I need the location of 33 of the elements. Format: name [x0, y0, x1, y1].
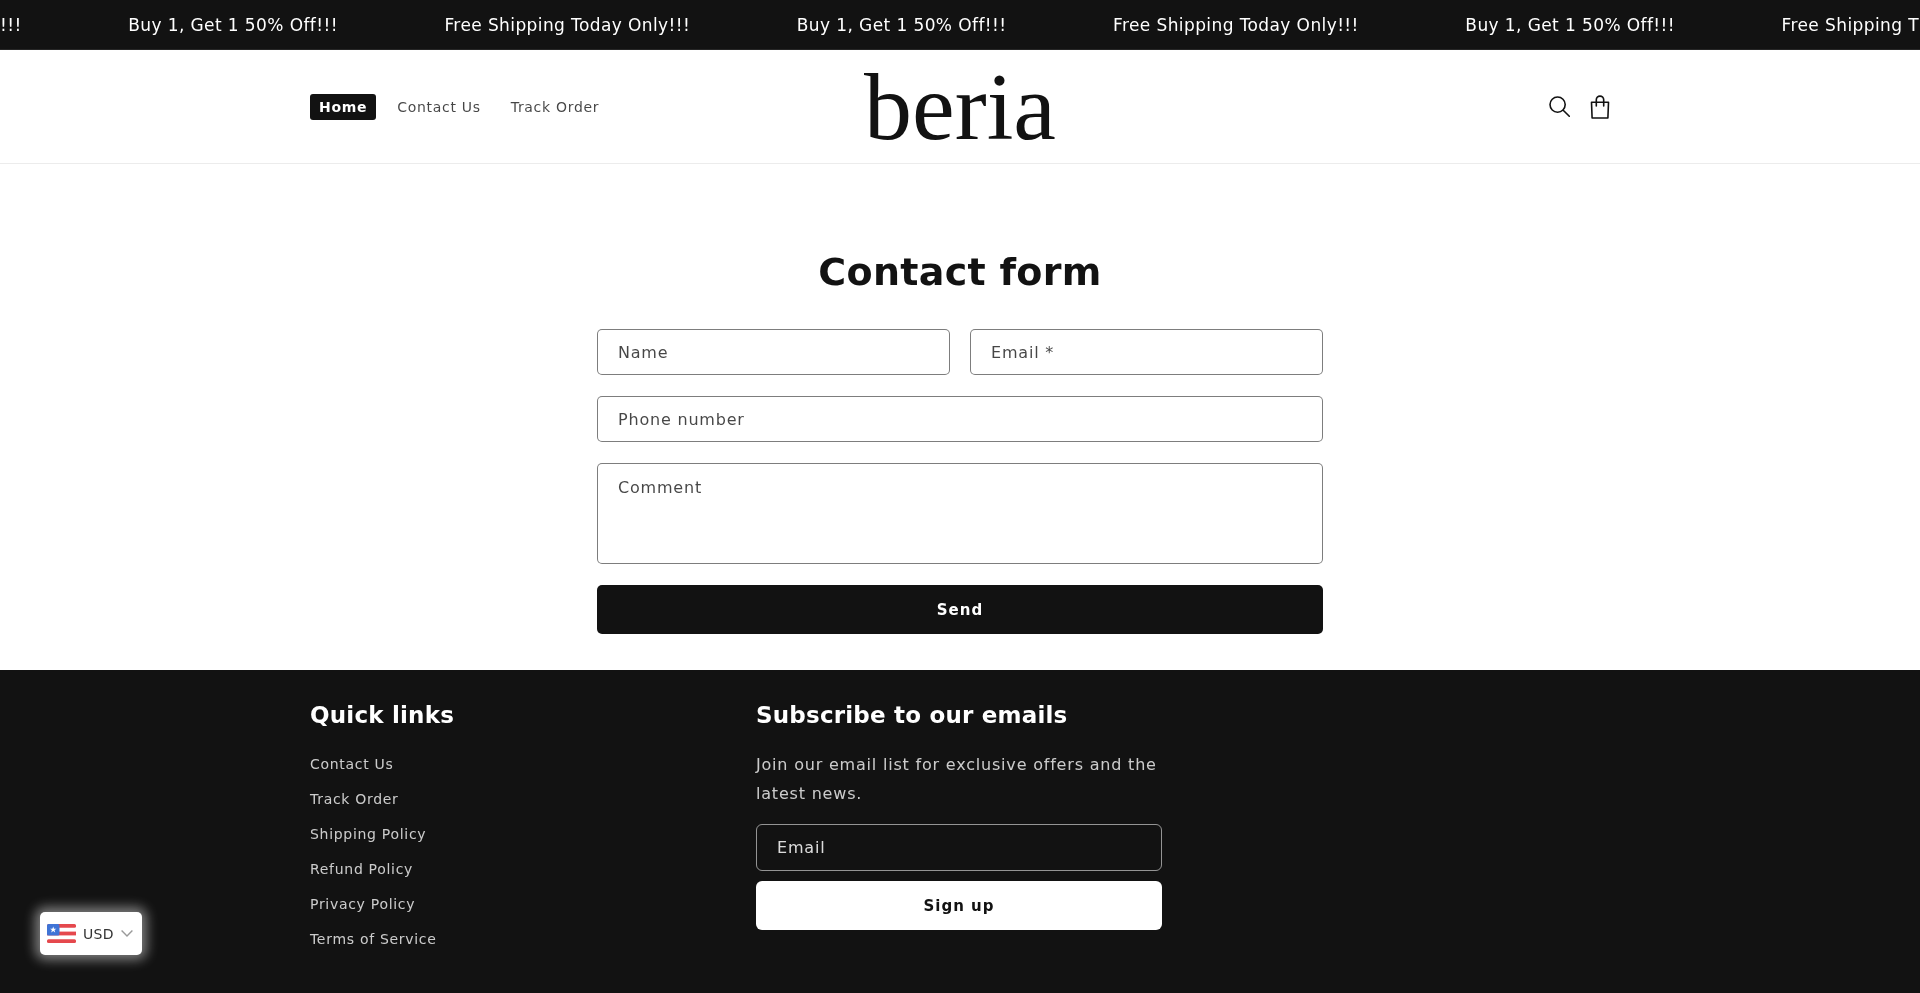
currency-selector[interactable]: USD [40, 912, 142, 955]
announcement-text: Buy 1, Get 1 50% Off!!! [1465, 13, 1675, 36]
input-field[interactable]: Email * [970, 329, 1323, 375]
email-field[interactable]: Email [756, 824, 1162, 871]
input-field[interactable]: Name [597, 329, 950, 375]
footer-link[interactable]: Contact Us [310, 754, 394, 774]
announcement-text: Buy 1, Get 1 50% Off!!! [128, 13, 338, 36]
nav-link[interactable]: Contact Us [388, 93, 490, 120]
signup-button[interactable]: Sign up [756, 881, 1162, 930]
footer-link[interactable]: Terms of Service [310, 929, 437, 949]
search-icon[interactable] [1549, 96, 1570, 117]
announcement-text: Buy 1, Get 1 50% Off!!! [796, 13, 1007, 36]
announcement-text: Free Shipping Today Only!!! [1113, 13, 1359, 36]
footer-link[interactable]: Track Order [310, 789, 399, 809]
section-heading: Subscribe to our emails [756, 701, 1068, 730]
announcement-text: Free Shipping T [1781, 13, 1919, 36]
announcement-text: Free Shipping Today Only!!! [444, 13, 691, 36]
input-field[interactable]: Phone number [597, 396, 1323, 442]
shopping-bag-icon[interactable] [1590, 94, 1610, 119]
page-title: Contact form [817, 249, 1103, 296]
footer-link[interactable]: Shipping Policy [310, 824, 427, 844]
logo[interactable]: beria [864, 58, 1056, 155]
footer-link[interactable]: Privacy Policy [310, 894, 416, 914]
submit-button[interactable]: Send [597, 585, 1323, 634]
announcement-text: !!! [0, 13, 22, 36]
flag-icon [47, 924, 76, 943]
nav-link[interactable]: Home [310, 93, 377, 120]
section-heading: Quick links [310, 701, 455, 730]
textarea-field[interactable]: Comment [597, 463, 1323, 564]
chevron-icon [120, 930, 133, 937]
newsletter-description: Join our email list for exclusive offers and the latest news. [756, 754, 1158, 805]
footer-link[interactable]: Refund Policy [310, 859, 414, 879]
nav-link[interactable]: Track Order [501, 93, 609, 120]
